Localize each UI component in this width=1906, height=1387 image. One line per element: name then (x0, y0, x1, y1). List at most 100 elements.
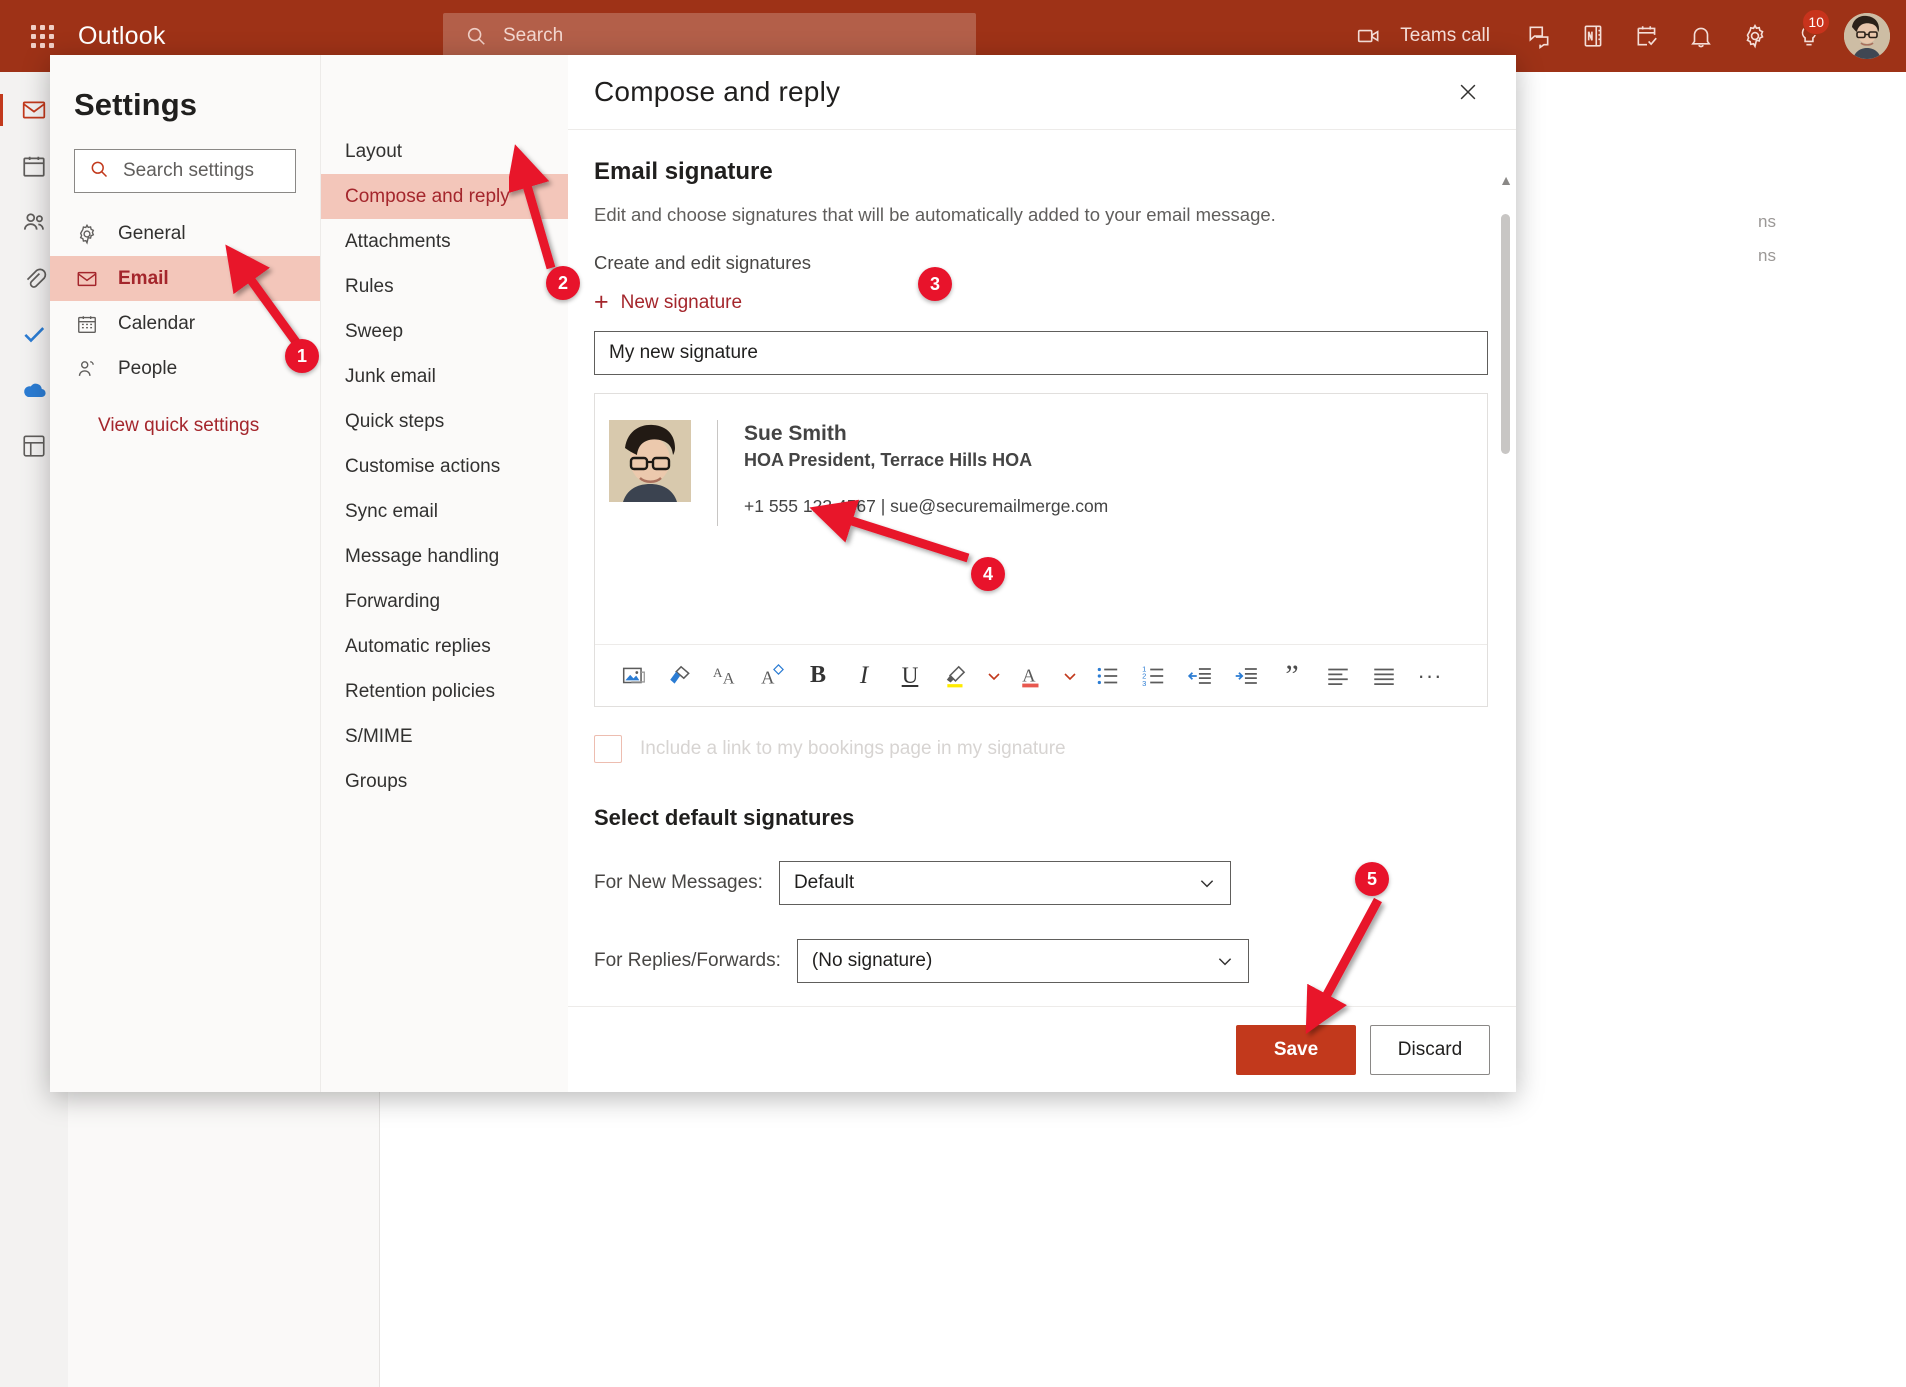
new-messages-value: Default (794, 872, 854, 894)
onenote-feed-button[interactable] (1566, 0, 1620, 72)
highlight-color-dropdown[interactable] (981, 655, 1007, 697)
subnav-groups[interactable]: Groups (321, 759, 568, 804)
format-painter-button[interactable] (659, 655, 701, 697)
signature-divider (717, 420, 718, 526)
sidebar-item-calendar[interactable]: Calendar (50, 301, 320, 346)
subnav-forwarding[interactable]: Forwarding (321, 579, 568, 624)
search-input[interactable]: Search (443, 13, 976, 59)
search-settings-input[interactable]: Search settings (74, 149, 296, 193)
quote-button[interactable]: ” (1271, 655, 1313, 697)
decrease-indent-icon (1187, 663, 1213, 689)
font-color-button[interactable]: A (1011, 655, 1053, 697)
subnav-message-handling[interactable]: Message handling (321, 534, 568, 579)
app-brand: Outlook (78, 22, 166, 51)
mail-icon (74, 268, 100, 290)
subnav-automatic-replies[interactable]: Automatic replies (321, 624, 568, 669)
format-painter-icon (667, 663, 693, 689)
chevron-down-icon (1216, 952, 1234, 970)
settings-button[interactable] (1728, 0, 1782, 72)
video-camera-icon (1356, 23, 1382, 49)
bold-button[interactable]: B (797, 655, 839, 697)
create-edit-signatures-label: Create and edit signatures (594, 252, 1488, 274)
bulleted-list-button[interactable] (1087, 655, 1129, 697)
subnav-customise-actions[interactable]: Customise actions (321, 444, 568, 489)
subnav-smime[interactable]: S/MIME (321, 714, 568, 759)
avatar-image (1844, 13, 1890, 59)
signature-contact-line: +1 555 123 4567 | sue@securemailmerge.co… (744, 496, 1108, 517)
chevron-down-icon (1198, 874, 1216, 892)
insert-picture-button[interactable] (613, 655, 655, 697)
increase-indent-icon (1233, 663, 1259, 689)
signature-text: Sue Smith HOA President, Terrace Hills H… (744, 420, 1108, 517)
font-color-icon: A (1019, 663, 1045, 689)
subnav-sync-email[interactable]: Sync email (321, 489, 568, 534)
subnav-retention-policies[interactable]: Retention policies (321, 669, 568, 714)
onenote-icon (1580, 23, 1606, 49)
subnav-compose-and-reply[interactable]: Compose and reply (321, 174, 568, 219)
insert-picture-icon (621, 663, 647, 689)
replies-forwards-label: For Replies/Forwards: (594, 950, 781, 972)
subnav-rules[interactable]: Rules (321, 264, 568, 309)
settings-subnav-column: Layout Compose and reply Attachments Rul… (320, 55, 568, 1092)
content-scrollbar[interactable] (1501, 214, 1510, 454)
numbered-list-button[interactable]: 123 (1133, 655, 1175, 697)
bg-fragment-2: ns (1758, 246, 1878, 266)
subnav-sweep[interactable]: Sweep (321, 309, 568, 354)
signature-card: Sue Smith HOA President, Terrace Hills H… (609, 420, 1487, 526)
settings-dialog: Settings Search settings General (50, 55, 1516, 1092)
sidebar-item-label: Calendar (118, 313, 195, 335)
subnav-junk-email[interactable]: Junk email (321, 354, 568, 399)
sidebar-item-people[interactable]: People (50, 346, 320, 391)
subnav-attachments[interactable]: Attachments (321, 219, 568, 264)
avatar[interactable] (1844, 13, 1890, 59)
scroll-up-arrow[interactable]: ▲ (1499, 172, 1513, 188)
settings-nav-list: General Email Calendar (50, 211, 320, 391)
discard-button[interactable]: Discard (1370, 1025, 1490, 1075)
align-left-button[interactable] (1317, 655, 1359, 697)
tips-button[interactable]: 10 (1782, 0, 1836, 72)
view-quick-settings-link[interactable]: View quick settings (50, 391, 320, 437)
app-launcher-button[interactable] (14, 25, 70, 48)
new-messages-select[interactable]: Default (779, 861, 1231, 905)
signature-person-name: Sue Smith (744, 420, 1108, 448)
svg-text:A: A (761, 667, 775, 687)
more-options-button[interactable]: ··· (1409, 655, 1451, 697)
highlight-button[interactable] (935, 655, 977, 697)
sidebar-item-email[interactable]: Email (50, 256, 320, 301)
replies-forwards-value: (No signature) (812, 950, 932, 972)
align-justify-icon (1371, 663, 1397, 689)
my-day-button[interactable] (1620, 0, 1674, 72)
people-icon (74, 358, 100, 380)
underline-button[interactable]: U (889, 655, 931, 697)
align-justify-button[interactable] (1363, 655, 1405, 697)
new-signature-button[interactable]: + New signature (594, 290, 1488, 315)
decrease-indent-button[interactable] (1179, 655, 1221, 697)
signature-name-input[interactable]: My new signature (594, 331, 1488, 375)
notifications-button[interactable] (1674, 0, 1728, 72)
bookings-checkbox[interactable] (594, 735, 622, 763)
subnav-layout[interactable]: Layout (321, 129, 568, 174)
signature-photo (609, 420, 691, 502)
font-style-button[interactable]: A (751, 655, 793, 697)
replies-forwards-select[interactable]: (No signature) (797, 939, 1249, 983)
close-button[interactable] (1448, 72, 1488, 112)
bell-icon (1688, 23, 1714, 49)
font-color-dropdown[interactable] (1057, 655, 1083, 697)
font-size-button[interactable]: AA (705, 655, 747, 697)
signature-editor-body[interactable]: Sue Smith HOA President, Terrace Hills H… (595, 394, 1487, 644)
app-launcher-icon (31, 25, 54, 48)
save-button[interactable]: Save (1236, 1025, 1356, 1075)
search-icon (465, 25, 487, 47)
bg-fragment-1: ns (1758, 212, 1878, 232)
increase-indent-button[interactable] (1225, 655, 1267, 697)
subnav-quick-steps[interactable]: Quick steps (321, 399, 568, 444)
sidebar-item-general[interactable]: General (50, 211, 320, 256)
chat-button[interactable] (1512, 0, 1566, 72)
italic-button[interactable]: I (843, 655, 885, 697)
paperclip-icon (21, 265, 47, 291)
content-header: Compose and reply (568, 55, 1516, 130)
font-style-icon: A (759, 663, 785, 689)
search-placeholder: Search (503, 25, 563, 47)
formatting-toolbar: AA A B I U (595, 644, 1487, 706)
select-default-signatures-title: Select default signatures (594, 805, 1488, 831)
